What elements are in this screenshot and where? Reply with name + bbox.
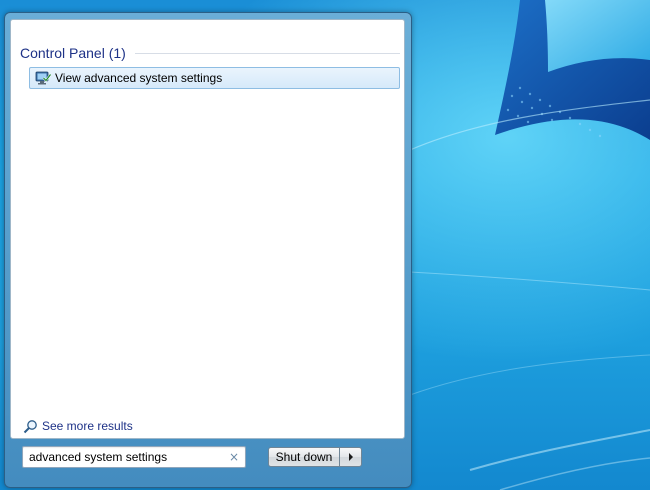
start-search-box[interactable]: × [22,446,246,468]
search-results-pane: Control Panel (1) View advanced system s… [10,19,405,439]
chevron-right-icon [348,453,353,461]
group-divider [134,52,400,54]
result-label: View advanced system settings [55,71,223,85]
group-title[interactable]: Control Panel (1) [20,45,126,61]
search-input[interactable] [23,447,219,467]
system-settings-icon [35,71,51,85]
see-more-results-link[interactable]: See more results [23,418,133,434]
search-icon [23,419,37,433]
power-controls: Shut down [268,447,362,467]
see-more-label: See more results [42,419,133,433]
clear-search-icon[interactable]: × [227,450,241,464]
shutdown-button[interactable]: Shut down [268,447,339,467]
result-item-view-advanced-system-settings[interactable]: View advanced system settings [29,67,400,89]
start-menu: Control Panel (1) View advanced system s… [4,12,412,488]
results-group-header[interactable]: Control Panel (1) [20,44,400,62]
shutdown-options-button[interactable] [339,447,362,467]
